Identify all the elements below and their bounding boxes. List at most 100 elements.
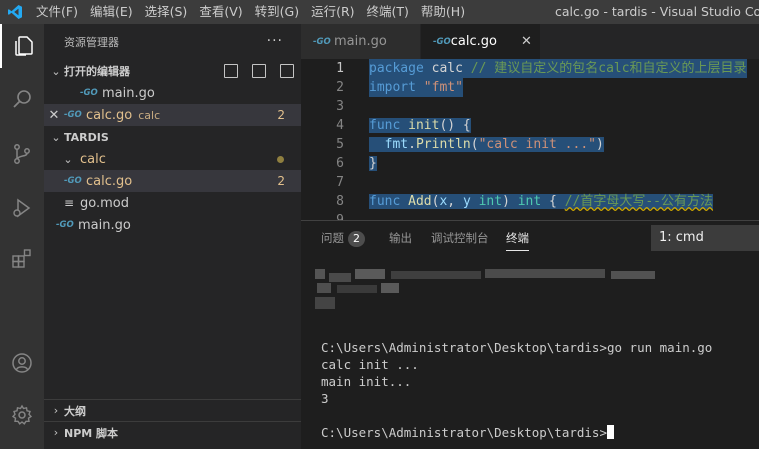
terminal-prompt: C:\Users\Administrator\Desktop\tardis> [321,425,607,440]
line-number: 6 [336,156,344,171]
title-bar: 文件(F) 编辑(E) 选择(S) 查看(V) 转到(G) 运行(R) 终端(T… [0,0,759,24]
file-label: main.go [78,217,131,233]
code-punctuation: } [369,156,377,171]
code-line-8: func Add(x, y int) int { //首字母大写--公有方法 [369,192,714,211]
source-control-icon[interactable] [0,132,44,176]
chevron-right-icon: › [53,426,59,439]
tab-problems-label: 问题 [321,231,344,245]
code-identifier: fmt [384,137,409,152]
activity-bar [0,24,44,449]
code-identifier: calc [431,61,463,76]
code-punctuation: { [541,194,565,209]
line-number: 5 [336,137,344,152]
new-untitled-file-icon[interactable] [224,64,238,78]
file-main-go[interactable]: -GO main.go [44,214,301,236]
menu-selection[interactable]: 选择(S) [139,0,194,24]
tab-terminal[interactable]: 终端 [506,221,529,251]
menu-go[interactable]: 转到(G) [249,0,305,24]
code-keyword: func [369,194,401,209]
file-calc-go[interactable]: -GO calc.go 2 [44,170,301,192]
open-editors-section[interactable]: ⌄ 打开的编辑器 [44,60,301,82]
code-parameter: y [462,194,471,209]
modified-dot [277,156,284,163]
line-number: 3 [336,99,344,114]
close-all-icon[interactable] [280,64,294,78]
explorer-title: 资源管理器 [64,35,119,49]
file-label: go.mod [80,195,129,211]
tab-label: calc.go [450,34,497,49]
project-section[interactable]: ⌄ TARDIS [44,126,301,148]
file-label: calc.go [86,173,133,189]
line-number: 4 [336,118,344,133]
save-all-icon[interactable] [252,64,266,78]
search-icon[interactable] [0,77,44,121]
tab-main-go[interactable]: -GO main.go [301,24,421,59]
chevron-down-icon: ⌄ [63,152,73,166]
open-editor-item-calc-go[interactable]: ✕ -GO calc.go calc 2 [44,104,301,126]
line-number: 2 [336,80,344,95]
tab-label: main.go [334,34,387,49]
code-keyword: import [369,80,416,95]
problems-badge: 2 [277,174,285,188]
outline-section[interactable]: › 大纲 [44,399,301,421]
code-keyword: func [369,118,401,133]
line-number: 8 [336,194,344,209]
more-actions-icon[interactable]: ··· [267,33,283,49]
go-file-icon: -GO [433,36,451,47]
code-function: Println [415,137,471,152]
file-go-mod[interactable]: ≡ go.mod [44,192,301,214]
files-icon[interactable] [0,24,44,68]
tab-output[interactable]: 输出 [389,221,412,256]
open-editor-item-main-go[interactable]: -GO main.go [44,82,301,104]
settings-gear-icon[interactable] [0,393,44,437]
terminal-line: 3 [321,391,329,406]
folder-calc[interactable]: ⌄ calc [44,148,301,170]
code-line-1: package calc // 建议自定义的包名calc和自定义的上层目录 [369,59,747,78]
problems-badge: 2 [277,108,285,122]
code-punctuation: ) [502,194,518,209]
code-type: int [517,194,542,209]
outline-title: 大纲 [64,404,86,418]
menu-view[interactable]: 查看(V) [193,0,248,24]
line-number: 9 [301,211,357,220]
code-string: "calc init ..." [478,137,596,152]
folder-label: calc [80,151,106,167]
extensions-icon[interactable] [0,236,44,280]
open-editor-description: calc [138,108,161,122]
code-punctuation: , [447,194,463,209]
code-comment: //首字母大写--公有方法 [564,194,714,209]
chevron-down-icon: ⌄ [51,130,61,144]
code-line-6: } [369,154,377,173]
menu-file[interactable]: 文件(F) [30,0,84,24]
menu-help[interactable]: 帮助(H) [415,0,471,24]
account-icon[interactable] [0,341,44,385]
problems-count-badge: 2 [348,231,365,247]
code-editor[interactable]: 1 2 3 4 5 6 7 8 9 package calc // 建议自定义的… [301,59,759,220]
terminal-line: C:\Users\Administrator\Desktop\tardis>go… [321,340,713,355]
npm-scripts-section[interactable]: › NPM 脚本 [44,421,301,443]
tab-debug-console[interactable]: 调试控制台 [431,221,489,256]
run-debug-icon[interactable] [0,186,44,230]
chevron-right-icon: › [53,404,59,417]
code-line-2: import "fmt" [369,78,463,97]
line-number: 1 [336,61,344,76]
close-icon[interactable]: ✕ [521,34,532,49]
npm-scripts-title: NPM 脚本 [64,426,119,440]
menu-terminal[interactable]: 终端(T) [361,0,415,24]
explorer-sidebar: 资源管理器 ··· ⌄ 打开的编辑器 -GO main.go ✕ -GO cal… [44,24,301,449]
window-title: calc.go - tardis - Visual Studio Code [555,4,759,19]
open-editor-label: main.go [102,85,155,101]
terminal-select-dropdown[interactable]: 1: cmd [651,225,759,251]
panel-tab-bar: 问题 2 输出 调试控制台 终端 1: cmd [301,221,759,256]
code-line-5: fmt.Println("calc init ...") [369,135,604,154]
terminal-prompt-line[interactable]: C:\Users\Administrator\Desktop\tardis> [321,424,614,441]
terminal-line: main init... [321,374,412,389]
tab-calc-go[interactable]: -GO calc.go ✕ [421,24,541,59]
menu-run[interactable]: 运行(R) [305,0,360,24]
code-comment: // 建议自定义的包名calc和自定义的上层目录 [470,61,747,76]
go-file-icon: -GO [313,36,331,47]
tab-problems[interactable]: 问题 2 [321,221,365,256]
close-icon[interactable]: ✕ [44,108,64,123]
open-editors-title: 打开的编辑器 [64,65,130,78]
menu-edit[interactable]: 编辑(E) [84,0,139,24]
